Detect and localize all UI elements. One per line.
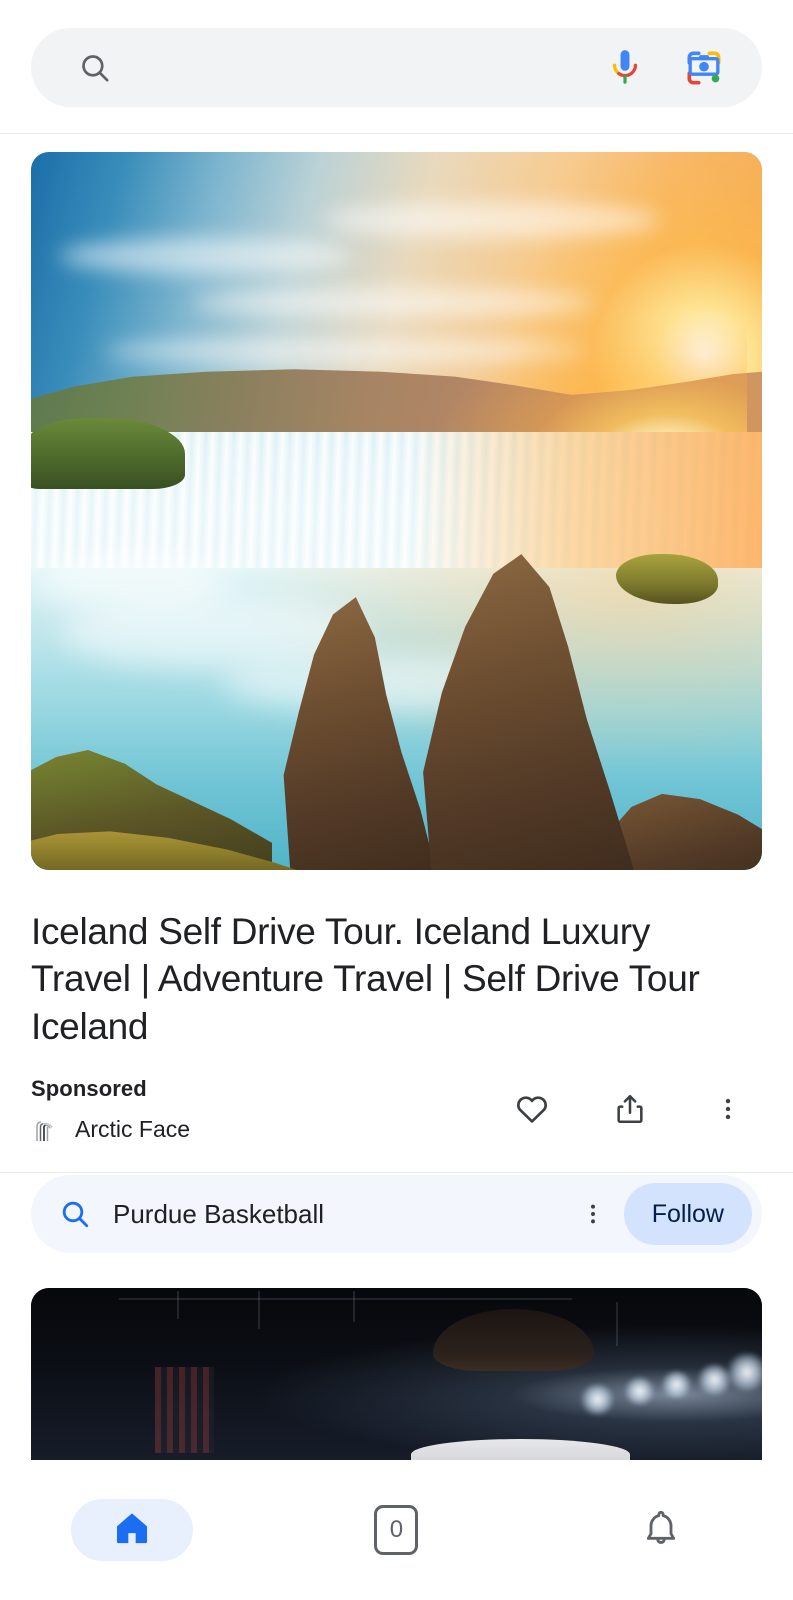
ad-meta-row: Sponsored Arctic Face	[31, 1076, 762, 1144]
sponsored-ad-card[interactable]: Iceland Self Drive Tour. Iceland Luxury …	[0, 134, 793, 1174]
ad-hero-image[interactable]	[31, 152, 762, 870]
ad-action-buttons	[514, 1090, 762, 1128]
bell-icon	[641, 1508, 681, 1553]
search-header	[0, 0, 793, 134]
topic-section: Purdue Basketball Follow	[0, 1175, 793, 1253]
search-input[interactable]	[129, 28, 562, 109]
topic-chip-purdue-basketball[interactable]: Purdue Basketball Follow	[31, 1175, 762, 1253]
sponsored-label: Sponsored	[31, 1076, 147, 1102]
cloud-shape	[191, 288, 594, 318]
advertiser-row[interactable]: Arctic Face	[31, 1114, 190, 1144]
nav-home-active-pill	[71, 1499, 194, 1561]
cloud-shape	[323, 202, 660, 239]
arena-rigging	[118, 1298, 572, 1301]
search-icon	[78, 51, 112, 85]
stadium-light	[623, 1377, 656, 1405]
stadium-light	[659, 1370, 693, 1399]
waterfall-left-cliff	[31, 417, 185, 490]
google-lens-icon[interactable]	[684, 48, 724, 88]
tab-count: 0	[389, 1516, 404, 1543]
share-button[interactable]	[612, 1090, 648, 1128]
google-mic-icon[interactable]	[606, 48, 644, 88]
arena-rigging	[615, 1301, 618, 1347]
advertiser-name[interactable]: Arctic Face	[75, 1116, 190, 1143]
arena-background	[31, 1288, 762, 1460]
nav-home[interactable]	[0, 1460, 264, 1600]
arena-rigging	[257, 1291, 260, 1330]
next-card-image[interactable]	[31, 1288, 762, 1460]
arena-flag	[155, 1367, 214, 1454]
bottom-navigation-bar: 0	[0, 1460, 793, 1600]
ad-title[interactable]: Iceland Self Drive Tour. Iceland Luxury …	[31, 908, 731, 1050]
cloud-shape	[104, 338, 587, 364]
arena-rigging	[177, 1291, 180, 1319]
nav-tabs[interactable]: 0	[264, 1460, 528, 1600]
cloud-shape	[60, 238, 353, 275]
home-icon	[112, 1508, 152, 1553]
arctic-face-logo-icon	[31, 1114, 61, 1144]
nav-notifications[interactable]	[529, 1460, 793, 1600]
ad-advertiser-block: Sponsored Arctic Face	[31, 1076, 190, 1144]
tab-switcher-icon: 0	[374, 1505, 419, 1555]
topic-more-options-button[interactable]	[578, 1196, 608, 1232]
favorite-button[interactable]	[514, 1090, 550, 1128]
search-icon	[59, 1198, 91, 1230]
follow-button[interactable]: Follow	[623, 1183, 752, 1245]
more-options-button[interactable]	[710, 1090, 746, 1128]
search-bar[interactable]	[31, 28, 762, 109]
foam-shape	[38, 554, 229, 612]
arena-rigging	[352, 1291, 355, 1323]
stadium-light	[725, 1353, 762, 1392]
topic-label: Purdue Basketball	[113, 1198, 325, 1229]
